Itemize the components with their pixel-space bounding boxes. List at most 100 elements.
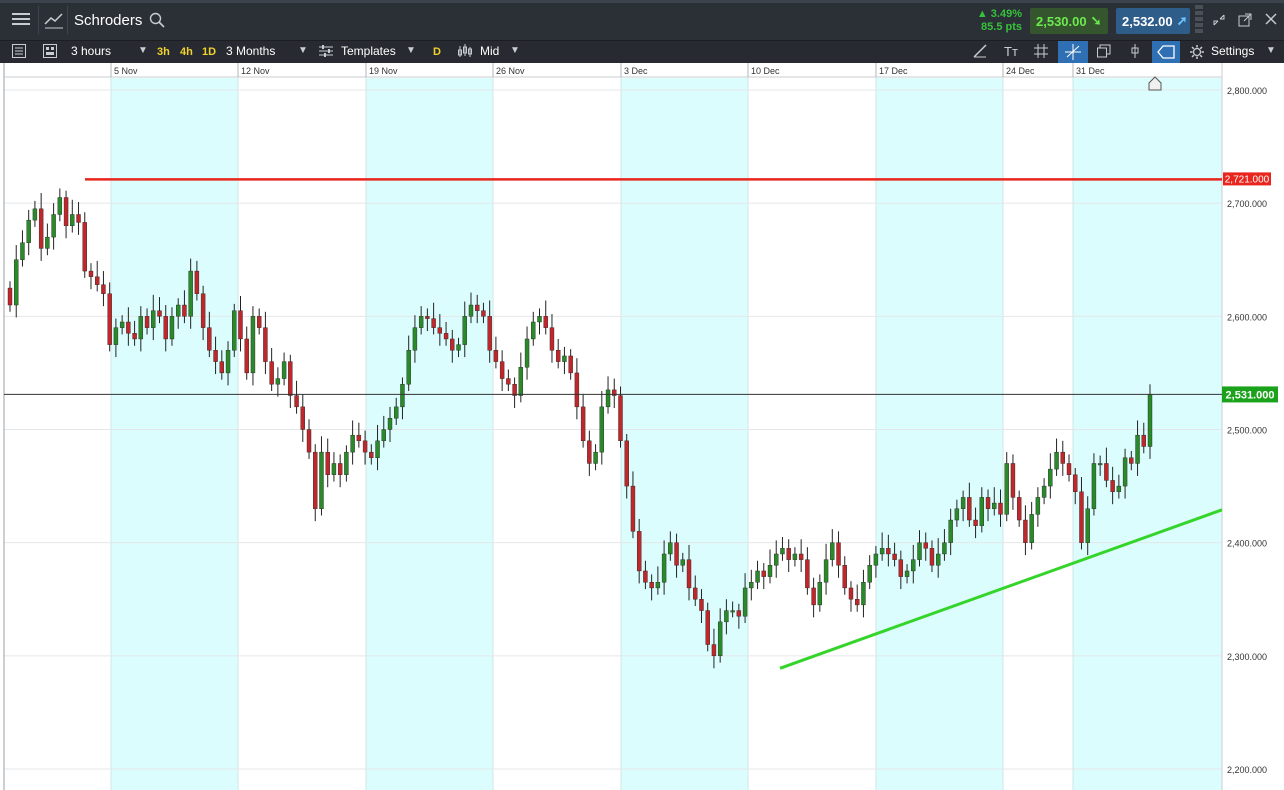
line-chart-icon[interactable] bbox=[44, 11, 64, 33]
header-divider bbox=[67, 6, 68, 34]
svg-text:2,721.000: 2,721.000 bbox=[1225, 174, 1270, 185]
candles-icon[interactable] bbox=[458, 44, 472, 62]
price-axis: 2,800.000 2,700.000 2,600.000 2,500.000 2,40… bbox=[1227, 86, 1267, 775]
candle-body bbox=[356, 434, 362, 442]
templates-icon[interactable] bbox=[319, 45, 333, 62]
candle-body bbox=[250, 316, 256, 374]
candle-body bbox=[904, 570, 910, 577]
candle-body bbox=[730, 610, 735, 613]
quick-interval-1d[interactable]: 1D bbox=[202, 46, 216, 58]
candle-body bbox=[568, 355, 573, 374]
multi-window-icon[interactable] bbox=[1097, 44, 1111, 62]
candle-body bbox=[375, 440, 380, 458]
crosshair-icon[interactable] bbox=[1058, 41, 1088, 63]
gear-icon[interactable] bbox=[1190, 45, 1204, 63]
d-button[interactable]: D bbox=[433, 46, 441, 58]
sell-price-button[interactable]: 2,530.00 ➘ bbox=[1030, 8, 1108, 34]
chevron-down-icon[interactable]: ▼ bbox=[1266, 45, 1276, 56]
quick-interval-4h[interactable]: 4h bbox=[180, 46, 193, 58]
candle-body bbox=[537, 316, 542, 323]
candle-body bbox=[431, 318, 436, 328]
minimize-icon[interactable] bbox=[1212, 13, 1226, 31]
chevron-down-icon[interactable]: ▼ bbox=[298, 45, 308, 56]
hamburger-menu-icon[interactable] bbox=[12, 11, 30, 31]
price-chart[interactable]: 5 Nov 12 Nov 19 Nov 26 Nov 3 Dec 10 Dec 17 Dec… bbox=[0, 63, 1284, 790]
label-tool-icon[interactable] bbox=[1152, 41, 1180, 63]
candle-body bbox=[1116, 485, 1122, 492]
candle-body bbox=[313, 451, 318, 509]
candle-body bbox=[275, 378, 281, 385]
settings-button[interactable]: Settings bbox=[1211, 44, 1254, 58]
candle-body bbox=[724, 610, 729, 623]
candle-body bbox=[126, 321, 131, 334]
date-label: 5 Nov bbox=[114, 66, 138, 76]
range-select[interactable]: 3 Months bbox=[226, 44, 275, 58]
price-tick-label: 2,400.000 bbox=[1227, 539, 1267, 549]
candle-body bbox=[70, 214, 75, 227]
week-shade bbox=[621, 78, 748, 790]
instrument-name[interactable]: Schroders bbox=[74, 12, 142, 29]
candle-body bbox=[219, 361, 225, 374]
text-tool-icon[interactable]: Tт bbox=[1004, 44, 1018, 59]
candle-body bbox=[755, 570, 760, 583]
candle-body bbox=[942, 542, 947, 555]
candle-body bbox=[605, 389, 611, 408]
candle-body bbox=[1035, 497, 1041, 515]
candle-body bbox=[207, 327, 212, 351]
candle-body bbox=[32, 208, 38, 221]
close-icon[interactable] bbox=[1265, 13, 1277, 29]
candle-body bbox=[680, 559, 685, 566]
chevron-down-icon[interactable]: ▼ bbox=[406, 45, 416, 56]
candle-body bbox=[761, 570, 766, 577]
candle-body bbox=[711, 644, 717, 657]
candle-body bbox=[163, 316, 168, 340]
interval-select[interactable]: 3 hours bbox=[71, 44, 111, 58]
buy-price: 2,532.00 bbox=[1122, 13, 1173, 29]
candle-body bbox=[1004, 463, 1009, 515]
candle-body bbox=[948, 519, 953, 543]
grid-icon[interactable] bbox=[1034, 44, 1048, 62]
candle-body bbox=[425, 316, 430, 319]
candle-body bbox=[38, 208, 44, 249]
quick-interval-3h[interactable]: 3h bbox=[157, 46, 170, 58]
price-type-select[interactable]: Mid bbox=[480, 44, 499, 58]
candle-body bbox=[76, 214, 81, 223]
candle-body bbox=[263, 327, 268, 362]
candle-body bbox=[406, 350, 411, 385]
candle-body bbox=[960, 497, 966, 509]
candle-body bbox=[138, 316, 144, 340]
candle-body bbox=[736, 610, 742, 617]
candle-body bbox=[842, 565, 847, 589]
chevron-down-icon[interactable]: ▼ bbox=[138, 45, 148, 56]
depth-ladder-icon[interactable] bbox=[1195, 5, 1203, 35]
candle-body bbox=[63, 197, 69, 226]
price-tick-label: 2,800.000 bbox=[1227, 86, 1267, 96]
candle-body bbox=[1079, 491, 1084, 543]
sell-arrow-icon: ➘ bbox=[1090, 13, 1102, 28]
candle-body bbox=[256, 316, 262, 328]
candle-body bbox=[661, 553, 667, 583]
layout-icon[interactable] bbox=[43, 44, 57, 62]
candle-body bbox=[518, 367, 524, 396]
candle-body bbox=[1129, 457, 1134, 464]
header-bar: Schroders ▲ 3.49% 85.5 pts 2,530.00 ➘ 2,… bbox=[0, 0, 1284, 40]
candle-body bbox=[1016, 497, 1022, 521]
templates-button[interactable]: Templates bbox=[341, 44, 396, 58]
candle-body bbox=[543, 316, 548, 328]
chevron-down-icon[interactable]: ▼ bbox=[510, 45, 520, 56]
chart-toolbar: 3 hours ▼ 3h 4h 1D 3 Months ▼ Templates … bbox=[0, 40, 1284, 63]
candle-body bbox=[418, 316, 424, 328]
candle-body bbox=[169, 316, 175, 340]
candle-body bbox=[1054, 451, 1059, 470]
candle-body bbox=[1147, 394, 1153, 447]
buy-price-button[interactable]: 2,532.00 ➚ bbox=[1116, 8, 1190, 34]
search-icon[interactable] bbox=[149, 12, 165, 32]
tab-strip bbox=[0, 0, 1284, 3]
candle-body bbox=[749, 582, 754, 589]
candle-body bbox=[686, 559, 692, 589]
draw-line-icon[interactable] bbox=[973, 44, 987, 62]
candle-body bbox=[786, 548, 791, 560]
list-icon[interactable] bbox=[12, 44, 26, 62]
popout-icon[interactable] bbox=[1238, 13, 1252, 31]
marker-icon[interactable] bbox=[1128, 44, 1142, 62]
